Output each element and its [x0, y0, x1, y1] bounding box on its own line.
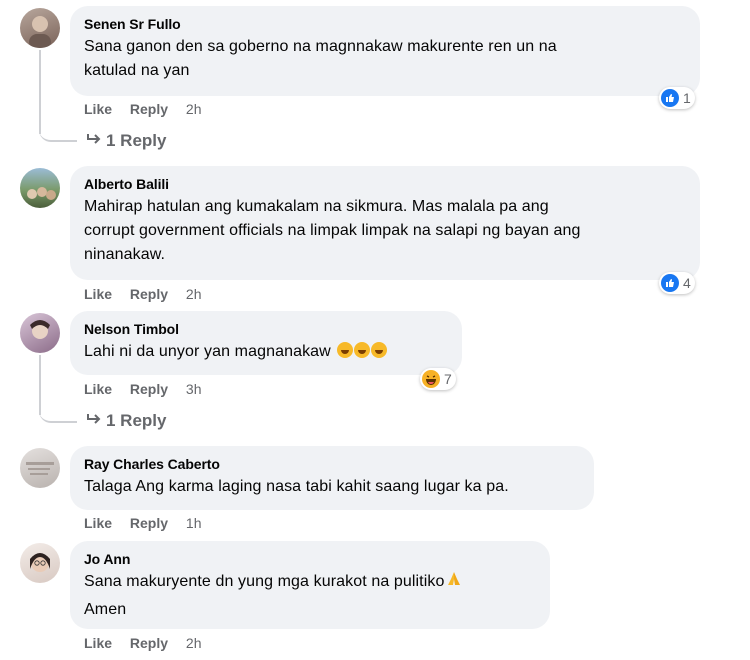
reply-button[interactable]: Reply — [130, 635, 168, 651]
avatar[interactable] — [20, 8, 60, 48]
pray-emoji-icon — [445, 570, 463, 596]
comment-actions: Like Reply 2h — [84, 286, 216, 302]
avatar[interactable] — [20, 543, 60, 583]
avatar[interactable] — [20, 448, 60, 488]
rofl-emoji-icon — [353, 342, 370, 358]
comment-author[interactable]: Ray Charles Caberto — [84, 455, 580, 473]
comment-bubble: Jo Ann Sana makuryente dn yung mga kurak… — [70, 541, 550, 629]
reply-arrow-icon — [86, 411, 106, 431]
comment-text: Sana makuryente dn yung mga kurakot na p… — [84, 570, 536, 622]
reply-button[interactable]: Reply — [130, 101, 168, 117]
reply-button[interactable]: Reply — [130, 286, 168, 302]
like-button[interactable]: Like — [84, 381, 112, 397]
view-replies-link[interactable]: 1 Reply — [86, 411, 166, 431]
like-button[interactable]: Like — [84, 286, 112, 302]
reaction-count: 4 — [683, 275, 691, 291]
reaction-count: 1 — [683, 90, 691, 106]
like-reaction-icon — [661, 89, 679, 107]
comment-bubble: Senen Sr Fullo Sana ganon den sa goberno… — [70, 6, 700, 96]
comment-line: Sana makuryente dn yung mga kurakot na p… — [84, 573, 445, 590]
comment-actions: Like Reply 2h — [84, 635, 216, 651]
comment-line: corrupt government officials na limpak l… — [84, 222, 581, 239]
comment-actions: Like Reply 2h — [84, 101, 216, 117]
reply-button[interactable]: Reply — [130, 515, 168, 531]
avatar-image — [26, 462, 54, 475]
thread-curve — [39, 122, 77, 142]
comment-bubble: Alberto Balili Mahirap hatulan ang kumak… — [70, 166, 700, 280]
like-button[interactable]: Like — [84, 515, 112, 531]
comment-line: Sana ganon den sa goberno na magnnakaw m… — [84, 38, 557, 55]
comment-author[interactable]: Jo Ann — [84, 550, 536, 568]
comment-text: Mahirap hatulan ang kumakalam na sikmura… — [84, 195, 686, 267]
avatar-image — [29, 16, 51, 48]
haha-reaction-icon — [422, 370, 440, 388]
reaction-summary[interactable]: 1 — [659, 87, 695, 109]
avatar-image — [30, 553, 50, 572]
thread-curve — [39, 403, 77, 423]
comment-time[interactable]: 2h — [186, 635, 202, 651]
avatar-image — [30, 320, 50, 339]
comment-line: Mahirap hatulan ang kumakalam na sikmura… — [84, 198, 549, 215]
comment-bubble: Ray Charles Caberto Talaga Ang karma lag… — [70, 446, 594, 510]
comment-line: Lahi ni da unyor yan magnanakaw — [84, 343, 331, 360]
view-replies-label: 1 Reply — [106, 411, 167, 430]
comment-line: katulad na yan — [84, 62, 190, 79]
view-replies-link[interactable]: 1 Reply — [86, 131, 166, 151]
like-button[interactable]: Like — [84, 635, 112, 651]
reaction-summary[interactable]: 7 — [420, 368, 456, 390]
comment-author[interactable]: Senen Sr Fullo — [84, 15, 686, 33]
comment-author[interactable]: Alberto Balili — [84, 175, 686, 193]
comment-time[interactable]: 2h — [186, 101, 202, 117]
rofl-emoji-icon — [336, 342, 353, 358]
comment-time[interactable]: 2h — [186, 286, 202, 302]
comment-actions: Like Reply 1h — [84, 515, 216, 531]
view-replies-label: 1 Reply — [106, 131, 167, 150]
reaction-summary[interactable]: 4 — [659, 272, 695, 294]
comment-text: Sana ganon den sa goberno na magnnakaw m… — [84, 35, 686, 83]
comment-time[interactable]: 1h — [186, 515, 202, 531]
avatar[interactable] — [20, 168, 60, 208]
comment-author[interactable]: Nelson Timbol — [84, 320, 448, 338]
comment-line: Talaga Ang karma laging nasa tabi kahit … — [84, 478, 509, 495]
reply-arrow-icon — [86, 131, 106, 151]
comment-time[interactable]: 3h — [186, 381, 202, 397]
comment-line: ninanakaw. — [84, 246, 166, 263]
avatar[interactable] — [20, 313, 60, 353]
comment-text: Talaga Ang karma laging nasa tabi kahit … — [84, 475, 580, 499]
reaction-count: 7 — [444, 371, 452, 387]
comment-actions: Like Reply 3h — [84, 381, 216, 397]
comment-text: Lahi ni da unyor yan magnanakaw 🤣🤣🤣 — [84, 340, 448, 368]
reply-button[interactable]: Reply — [130, 381, 168, 397]
like-reaction-icon — [661, 274, 679, 292]
comment-bubble: Nelson Timbol Lahi ni da unyor yan magna… — [70, 311, 462, 375]
comment-line: Amen — [84, 601, 127, 618]
rofl-emoji-icon — [370, 342, 387, 358]
like-button[interactable]: Like — [84, 101, 112, 117]
avatar-image — [27, 187, 56, 200]
